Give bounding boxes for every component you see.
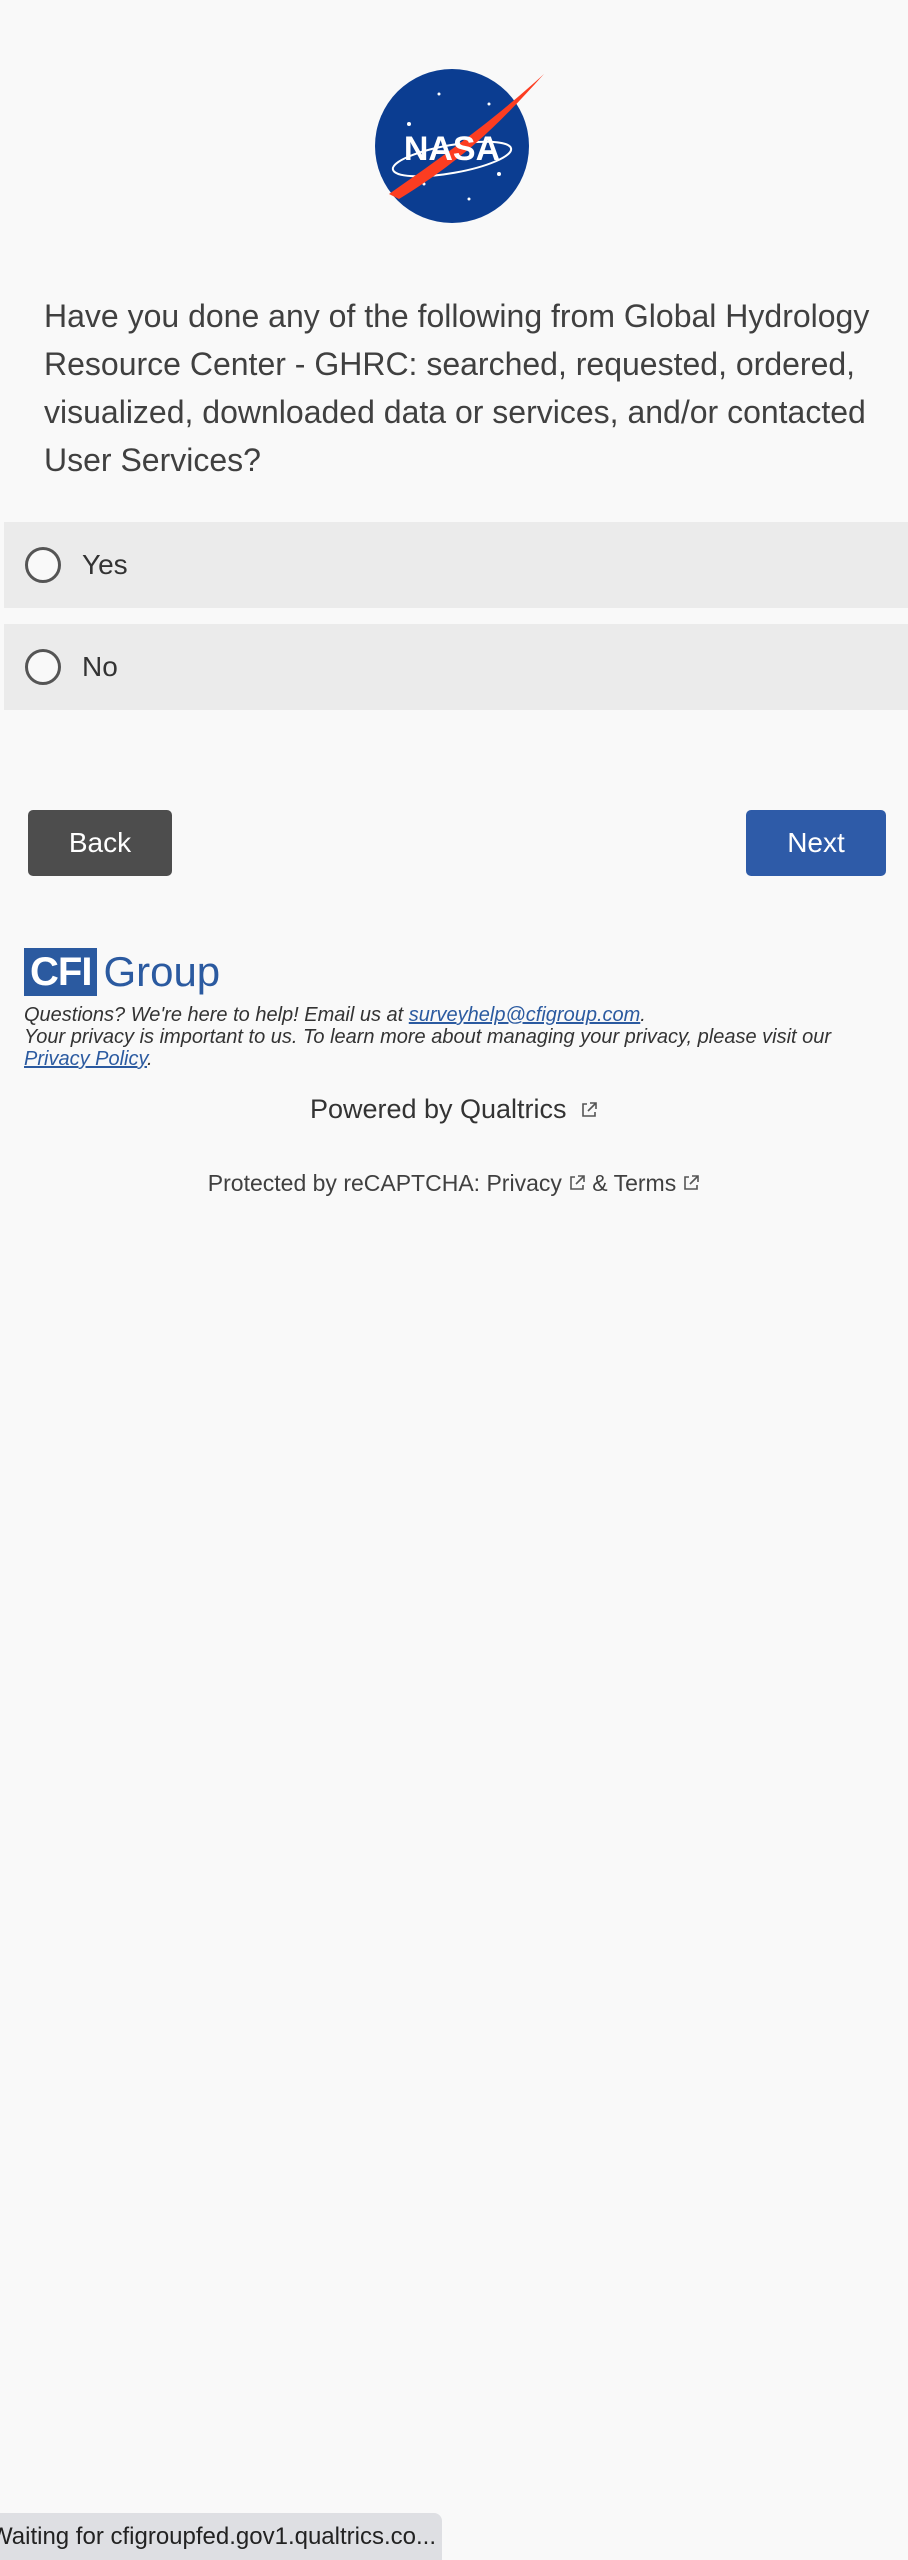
choice-no-label: No xyxy=(82,651,118,682)
radio-yes[interactable] xyxy=(25,547,61,583)
nasa-logo-text: NASA xyxy=(404,130,500,168)
footer-help-text: Questions? We're here to help! Email us … xyxy=(24,1004,890,1070)
choice-no[interactable]: No xyxy=(4,624,908,710)
email-link[interactable]: surveyhelp@cfigroup.com xyxy=(409,1004,641,1026)
help-suffix: . xyxy=(640,1004,646,1026)
question-text: Have you done any of the following from … xyxy=(44,298,870,478)
external-link-icon xyxy=(570,1175,585,1190)
recaptcha-privacy-link[interactable]: Privacy xyxy=(486,1170,561,1196)
privacy-policy-link[interactable]: Privacy Policy xyxy=(24,1048,147,1070)
cfi-logo-word: Group xyxy=(103,948,221,995)
nasa-logo: NASA xyxy=(369,64,549,224)
help-prefix: Questions? We're here to help! Email us … xyxy=(24,1004,409,1026)
survey-page: NASA Have you done any of the following … xyxy=(0,0,908,2560)
powered-by-qualtrics[interactable]: Powered by Qualtrics xyxy=(0,1094,908,1125)
browser-status-bar: Waiting for cfigroupfed.gov1.qualtrics.c… xyxy=(0,2513,442,2560)
next-button[interactable]: Next xyxy=(746,810,886,876)
radio-no[interactable] xyxy=(25,649,61,685)
powered-by-text: Powered by Qualtrics xyxy=(309,1094,567,1124)
cfi-group-logo: CFI Group xyxy=(24,948,220,996)
recaptcha-terms-link[interactable]: Terms xyxy=(614,1170,677,1196)
privacy-prefix: Your privacy is important to us. To lear… xyxy=(24,1026,832,1048)
help-line: Questions? We're here to help! Email us … xyxy=(24,1004,890,1026)
external-link-icon xyxy=(582,1102,597,1117)
recaptcha-prefix: Protected by reCAPTCHA: xyxy=(207,1170,487,1196)
cfi-logo-box: CFI xyxy=(24,948,98,996)
external-link-icon xyxy=(684,1175,700,1190)
privacy-line: Your privacy is important to us. To lear… xyxy=(24,1026,890,1070)
recaptcha-notice: Protected by reCAPTCHA: Privacy & Terms xyxy=(0,1170,908,1197)
back-button[interactable]: Back xyxy=(28,810,172,876)
choice-yes[interactable]: Yes xyxy=(4,522,908,608)
privacy-suffix: . xyxy=(147,1048,153,1070)
recaptcha-amp: & xyxy=(585,1170,614,1196)
choice-yes-label: Yes xyxy=(82,549,128,580)
